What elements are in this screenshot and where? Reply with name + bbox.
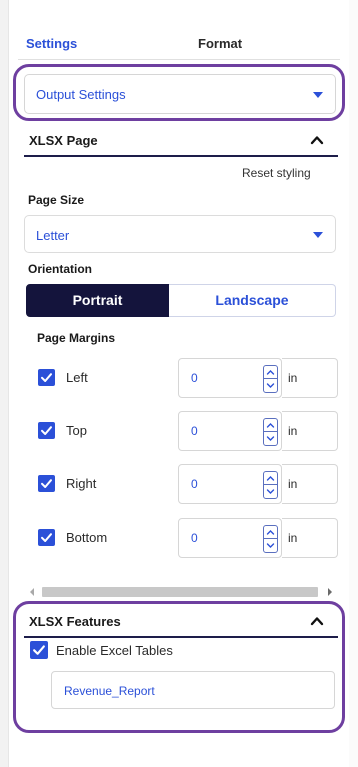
spin-up-icon[interactable] xyxy=(264,472,277,485)
checkmark-icon xyxy=(41,479,52,488)
enable-excel-tables-checkbox[interactable] xyxy=(30,641,48,659)
margin-left-stepper xyxy=(263,365,278,393)
margin-bottom-label: Bottom xyxy=(66,530,108,545)
margin-left-checkbox[interactable] xyxy=(38,369,55,386)
xlsx-page-header[interactable]: XLSX Page xyxy=(24,125,338,157)
margin-bottom-checkbox[interactable] xyxy=(38,529,55,546)
xlsx-page-title: XLSX Page xyxy=(29,133,98,148)
spin-up-icon[interactable] xyxy=(264,419,277,432)
scroll-left-icon[interactable] xyxy=(30,588,34,596)
checkmark-icon xyxy=(33,645,45,655)
chevron-up-icon[interactable] xyxy=(310,614,324,628)
margin-right-stepper xyxy=(263,471,278,499)
tab-settings[interactable]: Settings xyxy=(26,36,77,51)
checkmark-icon xyxy=(41,373,52,382)
table-name-input[interactable]: Revenue_Report xyxy=(51,671,335,709)
margin-right-checkbox[interactable] xyxy=(38,475,55,492)
margin-left-unit: in xyxy=(282,358,338,398)
output-settings-value: Output Settings xyxy=(36,87,126,102)
margin-right-unit-label: in xyxy=(288,477,298,491)
page-size-value: Letter xyxy=(36,228,70,243)
margin-top-unit-label: in xyxy=(288,424,298,438)
margin-row-top: Top 0 in xyxy=(24,411,338,451)
margin-left-label: Left xyxy=(66,370,88,385)
orientation-landscape-button[interactable]: Landscape xyxy=(169,284,336,317)
xlsx-features-header[interactable]: XLSX Features xyxy=(24,606,338,638)
spin-down-icon[interactable] xyxy=(264,539,277,552)
tab-format[interactable]: Format xyxy=(198,36,242,51)
scroll-right-icon[interactable] xyxy=(328,588,332,596)
margin-bottom-stepper xyxy=(263,525,278,553)
margin-row-bottom: Bottom 0 in xyxy=(24,518,338,558)
margin-right-value: 0 xyxy=(191,477,198,491)
page-margins-label: Page Margins xyxy=(37,331,116,345)
margin-right-input[interactable]: 0 xyxy=(178,464,282,504)
checkmark-icon xyxy=(41,533,52,542)
margin-right-unit: in xyxy=(282,464,338,504)
caret-down-icon xyxy=(313,232,323,238)
margin-left-value: 0 xyxy=(191,371,198,385)
margin-bottom-input[interactable]: 0 xyxy=(178,518,282,558)
margin-left-unit-label: in xyxy=(288,371,298,385)
orientation-portrait-button[interactable]: Portrait xyxy=(26,284,169,317)
spin-up-icon[interactable] xyxy=(264,366,277,379)
left-panel-edge xyxy=(0,0,9,767)
margin-right-label: Right xyxy=(66,476,97,491)
page-size-label: Page Size xyxy=(28,193,85,207)
right-panel-edge xyxy=(349,0,358,767)
enable-excel-tables-label: Enable Excel Tables xyxy=(56,643,173,658)
panel-tabs: Settings Format xyxy=(18,0,340,62)
tabs-divider xyxy=(18,59,340,60)
margin-row-left: Left 0 in xyxy=(24,358,338,398)
margin-top-checkbox[interactable] xyxy=(38,422,55,439)
margin-bottom-unit-label: in xyxy=(288,531,298,545)
chevron-up-icon[interactable] xyxy=(310,133,324,147)
reset-styling-link[interactable]: Reset styling xyxy=(242,166,311,180)
caret-down-icon xyxy=(313,92,323,98)
horizontal-scrollbar[interactable] xyxy=(24,585,338,599)
margin-bottom-value: 0 xyxy=(191,531,198,545)
spin-down-icon[interactable] xyxy=(264,432,277,445)
margin-bottom-unit: in xyxy=(282,518,338,558)
spin-up-icon[interactable] xyxy=(264,526,277,539)
table-name-value: Revenue_Report xyxy=(64,684,155,698)
margin-top-input[interactable]: 0 xyxy=(178,411,282,451)
margin-top-unit: in xyxy=(282,411,338,451)
checkmark-icon xyxy=(41,426,52,435)
xlsx-features-title: XLSX Features xyxy=(29,614,121,629)
scrollbar-thumb[interactable] xyxy=(42,587,318,597)
output-settings-dropdown[interactable]: Output Settings xyxy=(24,74,336,114)
spin-down-icon[interactable] xyxy=(264,485,277,498)
margin-top-value: 0 xyxy=(191,424,198,438)
margin-left-input[interactable]: 0 xyxy=(178,358,282,398)
page-size-dropdown[interactable]: Letter xyxy=(24,215,336,253)
margin-row-right: Right 0 in xyxy=(24,464,338,504)
margin-top-stepper xyxy=(263,418,278,446)
spin-down-icon[interactable] xyxy=(264,379,277,392)
margin-top-label: Top xyxy=(66,423,87,438)
orientation-label: Orientation xyxy=(28,262,93,276)
